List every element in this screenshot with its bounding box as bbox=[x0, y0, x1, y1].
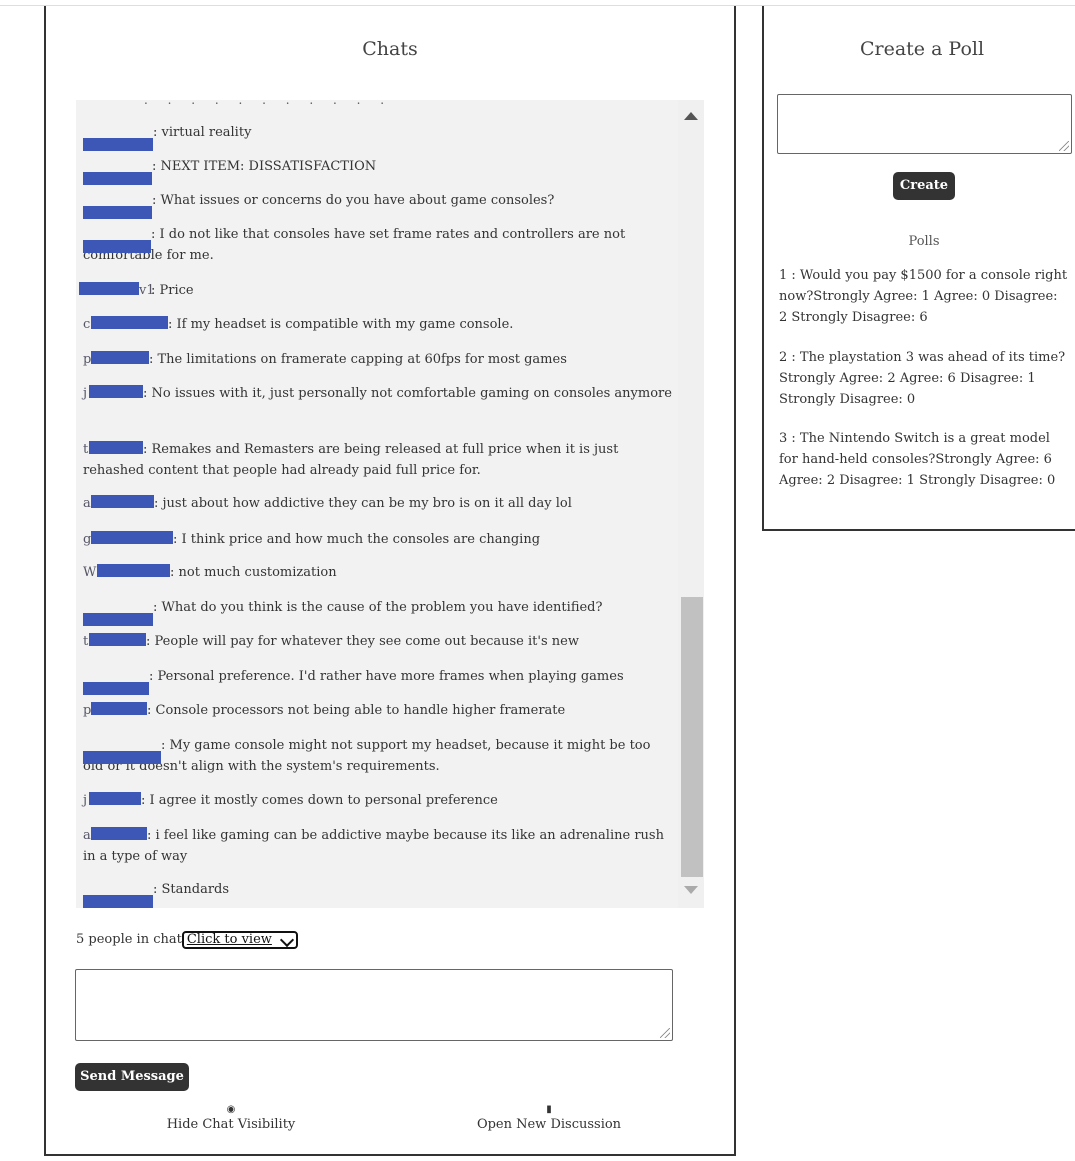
chat-message: c: If my headset is compatible with my g… bbox=[83, 316, 514, 332]
open-new-discussion-button[interactable]: ▮ Open New Discussion bbox=[470, 1104, 628, 1133]
people-in-chat-row: 5 people in chat Click to view bbox=[76, 931, 298, 949]
door-icon: ▮ bbox=[546, 1104, 552, 1115]
poll-question-input[interactable] bbox=[777, 94, 1072, 154]
chats-panel: Chats . . . . . . . . . . . . : virtual … bbox=[44, 6, 736, 1156]
chat-message: a: just about how addictive they can be … bbox=[83, 495, 572, 511]
redacted-username bbox=[83, 138, 153, 151]
redacted-username bbox=[91, 531, 173, 544]
redacted-username bbox=[89, 633, 146, 646]
chats-title: Chats bbox=[362, 38, 418, 60]
chat-message: g: I think price and how much the consol… bbox=[83, 531, 541, 547]
chat-scrollbar[interactable] bbox=[678, 100, 704, 908]
chat-message: v1: Price bbox=[79, 280, 673, 301]
chat-message: W: not much customization bbox=[83, 564, 337, 580]
redacted-username bbox=[91, 351, 149, 364]
redacted-username bbox=[91, 495, 154, 508]
chat-message: t: People will pay for whatever they see… bbox=[83, 633, 579, 649]
redacted-username bbox=[83, 895, 153, 908]
send-message-button[interactable]: Send Message bbox=[75, 1063, 189, 1091]
people-count-label: 5 people in chat bbox=[76, 932, 182, 947]
poll-item: 1 : Would you pay $1500 for a console ri… bbox=[779, 268, 1068, 325]
redacted-username bbox=[83, 172, 152, 185]
chat-message: p: The limitations on framerate capping … bbox=[83, 351, 567, 367]
chat-message: : virtual reality bbox=[83, 122, 673, 151]
chat-message: : What do you think is the cause of the … bbox=[83, 597, 673, 626]
create-poll-button[interactable]: Create bbox=[893, 172, 955, 200]
chat-message: : NEXT ITEM: DISSATISFACTION bbox=[83, 156, 673, 185]
open-new-discussion-label: Open New Discussion bbox=[476, 1117, 622, 1132]
redacted-username bbox=[89, 792, 141, 805]
chat-message: a: i feel like gaming can be addictive m… bbox=[83, 827, 664, 864]
scroll-up-arrow-icon[interactable] bbox=[684, 112, 698, 120]
polls-heading: Polls bbox=[908, 234, 940, 249]
redacted-username bbox=[97, 564, 170, 577]
chat-message: : Standards bbox=[83, 879, 673, 908]
redacted-username bbox=[91, 827, 147, 840]
redacted-username bbox=[83, 206, 152, 219]
redacted-username bbox=[91, 702, 147, 715]
poll-title: Create a Poll bbox=[859, 38, 985, 60]
scrollbar-thumb[interactable] bbox=[681, 597, 703, 877]
chat-message: t: Remakes and Remasters are being relea… bbox=[83, 441, 619, 478]
clipped-message-fragment: . . . . . . . . . . . . bbox=[144, 100, 404, 106]
resize-grip-icon[interactable] bbox=[1059, 141, 1069, 151]
redacted-username bbox=[83, 613, 153, 626]
people-list-select[interactable]: Click to view bbox=[181, 931, 298, 949]
message-input[interactable] bbox=[75, 969, 673, 1041]
chat-message: : What issues or concerns do you have ab… bbox=[83, 190, 673, 219]
chat-message: p: Console processors not being able to … bbox=[83, 702, 566, 718]
redacted-username bbox=[83, 682, 149, 695]
chat-message: : Personal preference. I'd rather have m… bbox=[83, 666, 673, 695]
resize-grip-icon[interactable] bbox=[660, 1028, 670, 1038]
chat-message: : My game console might not support my h… bbox=[83, 738, 651, 774]
poll-item: 3 : The Nintendo Switch is a great model… bbox=[779, 431, 1056, 488]
create-poll-panel: Create a Poll Create Polls 1 : Would you… bbox=[762, 6, 1075, 531]
redacted-username bbox=[83, 240, 151, 253]
redacted-username bbox=[79, 282, 139, 295]
redacted-username bbox=[83, 751, 161, 764]
chat-message: j: No issues with it, just personally no… bbox=[83, 385, 672, 401]
chat-message: : I do not like that consoles have set f… bbox=[83, 227, 626, 263]
chat-message: j: I agree it mostly comes down to perso… bbox=[83, 792, 498, 808]
redacted-username bbox=[89, 385, 143, 398]
hide-chat-visibility-button[interactable]: ◉ Hide Chat Visibility bbox=[159, 1104, 303, 1133]
scroll-down-arrow-icon[interactable] bbox=[684, 886, 698, 894]
redacted-username bbox=[89, 441, 143, 454]
chevron-down-icon bbox=[279, 932, 294, 948]
eye-slash-icon: ◉ bbox=[226, 1104, 236, 1115]
poll-item: 2 : The playstation 3 was ahead of its t… bbox=[779, 350, 1066, 407]
chat-messages: . . . . . . . . . . . . : virtual realit… bbox=[76, 100, 676, 908]
hide-chat-visibility-label: Hide Chat Visibility bbox=[166, 1117, 296, 1132]
chat-message-list[interactable]: . . . . . . . . . . . . : virtual realit… bbox=[76, 100, 704, 908]
redacted-username bbox=[91, 316, 168, 329]
